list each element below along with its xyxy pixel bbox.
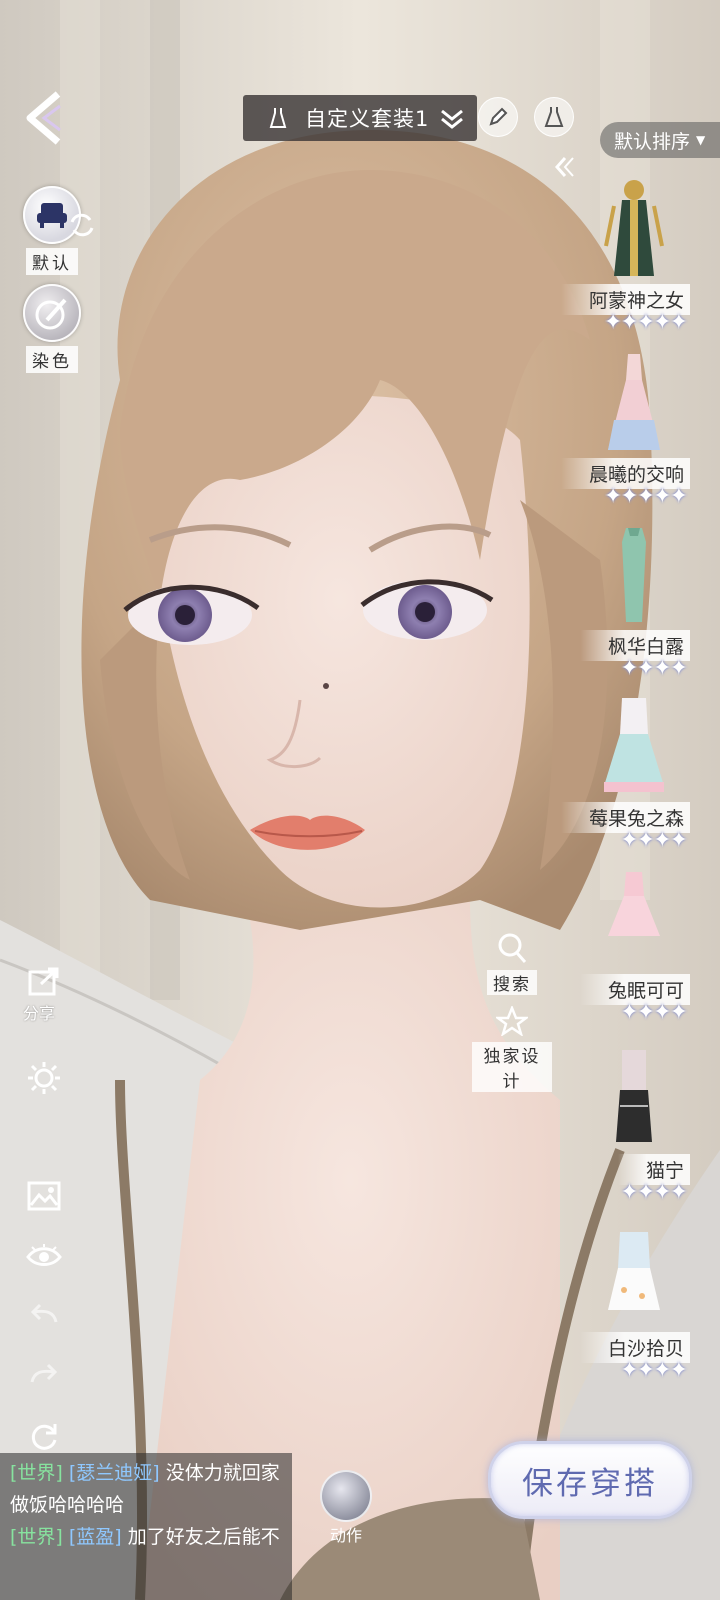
dress-icon	[544, 107, 564, 127]
chevron-left-icon	[26, 91, 61, 145]
action-label: 动作	[329, 1526, 362, 1545]
collapse-list-button[interactable]	[552, 154, 578, 180]
triangle-down-icon: ▼	[696, 133, 706, 147]
chat-text: 没体力就回家	[165, 1462, 280, 1484]
star-rating: ✦✦✦✦	[620, 1180, 688, 1205]
star-rating: ✦✦✦✦✦	[603, 310, 688, 335]
palette-icon	[35, 298, 67, 330]
sofa-icon	[37, 203, 67, 228]
star-rating: ✦✦✦✦	[620, 1000, 688, 1025]
eye-icon	[26, 1244, 62, 1266]
star-rating: ✦✦✦✦	[620, 656, 688, 681]
sort-label: 默认排序	[614, 130, 691, 153]
redo-button[interactable]	[24, 1354, 64, 1394]
share-label: 分享	[23, 1004, 56, 1023]
outfit-item[interactable]: 枫华白露 ✦✦✦✦	[578, 522, 690, 692]
dye-tool-circle	[23, 284, 81, 342]
chat-user: [蓝盈]	[68, 1526, 122, 1548]
outfit-item[interactable]: 兔眠可可 ✦✦✦✦	[578, 866, 690, 1036]
chat-message: [世界] [蓝盈] 加了好友之后能不	[10, 1521, 292, 1553]
outfit-thumbnail	[616, 1050, 652, 1142]
reset-button[interactable]	[24, 1416, 64, 1456]
brightness-button[interactable]	[24, 1058, 64, 1098]
save-outfit-button[interactable]: 保存穿搭	[488, 1441, 692, 1519]
image-icon	[27, 1181, 61, 1211]
chat-message: 做饭哈哈哈哈	[10, 1489, 292, 1521]
outfit-item[interactable]: 晨曦的交响 ✦✦✦✦✦	[560, 350, 690, 520]
chat-message: [世界] [瑟兰迪娅] 没体力就回家	[10, 1457, 292, 1489]
star-icon	[494, 1004, 530, 1037]
chat-channel: [世界]	[10, 1462, 63, 1484]
chevron-down-icon	[441, 109, 463, 129]
default-tool-label: 默认	[26, 248, 78, 275]
background-button[interactable]	[24, 1176, 64, 1216]
save-outfit-label: 保存穿搭	[522, 1465, 658, 1502]
outfit-item[interactable]: 莓果兔之森 ✦✦✦✦	[560, 694, 690, 864]
double-chevron-left-icon	[554, 157, 574, 177]
dye-tool-label: 染色	[26, 346, 78, 373]
star-rating: ✦✦✦✦	[620, 1358, 688, 1383]
reset-icon	[31, 1424, 57, 1450]
outfit-thumbnail	[604, 698, 664, 792]
chat-channel: [世界]	[10, 1526, 63, 1548]
chat-text: 做饭哈哈哈哈	[10, 1494, 125, 1516]
world-chat[interactable]: [世界] [瑟兰迪娅] 没体力就回家 做饭哈哈哈哈 [世界] [蓝盈] 加了好友…	[0, 1453, 292, 1600]
search-label: 搜索	[487, 970, 537, 995]
brightness-icon	[28, 1062, 60, 1094]
swap-icon	[70, 213, 94, 237]
sort-dropdown[interactable]: 默认排序 ▼	[600, 122, 720, 158]
outfit-thumbnail	[608, 1232, 660, 1310]
outfit-selector[interactable]: 自定义套装1	[243, 95, 477, 141]
edit-button[interactable]	[478, 97, 518, 137]
outfit-thumbnail	[608, 872, 660, 936]
dress-icon	[269, 108, 287, 128]
dye-tool-button[interactable]: 染色	[18, 284, 86, 373]
outfit-name: 自定义套装1	[305, 107, 430, 131]
outfit-thumbnail	[604, 180, 664, 276]
pose-icon	[320, 1470, 372, 1522]
undo-button[interactable]	[24, 1294, 64, 1334]
share-button[interactable]	[24, 962, 64, 1002]
outfit-thumbnail	[622, 528, 646, 622]
default-tool-button[interactable]: 默认	[18, 186, 94, 275]
star-rating: ✦✦✦✦✦	[603, 484, 688, 509]
outfit-thumbnail	[608, 354, 660, 450]
search-button[interactable]: 搜索	[472, 932, 552, 995]
exclusive-design-button[interactable]: 独家设计	[472, 1004, 552, 1092]
exclusive-design-label: 独家设计	[472, 1042, 552, 1092]
outfit-item[interactable]: 猫宁 ✦✦✦✦	[578, 1046, 690, 1216]
wardrobe-button[interactable]	[534, 97, 574, 137]
action-button[interactable]: 动作	[316, 1470, 376, 1546]
star-rating: ✦✦✦✦	[620, 828, 688, 853]
pen-icon	[489, 107, 508, 126]
outfit-item[interactable]: 阿蒙神之女 ✦✦✦✦✦	[560, 176, 690, 346]
undo-icon	[30, 1303, 58, 1323]
share-icon	[28, 967, 59, 996]
hide-ui-button[interactable]	[24, 1236, 64, 1276]
redo-icon	[30, 1363, 58, 1383]
chat-user: [瑟兰迪娅]	[68, 1462, 160, 1484]
chat-text: 加了好友之后能不	[127, 1526, 280, 1548]
search-icon	[498, 933, 527, 963]
back-button[interactable]	[22, 88, 70, 148]
outfit-item[interactable]: 白沙拾贝 ✦✦✦✦	[578, 1224, 690, 1394]
